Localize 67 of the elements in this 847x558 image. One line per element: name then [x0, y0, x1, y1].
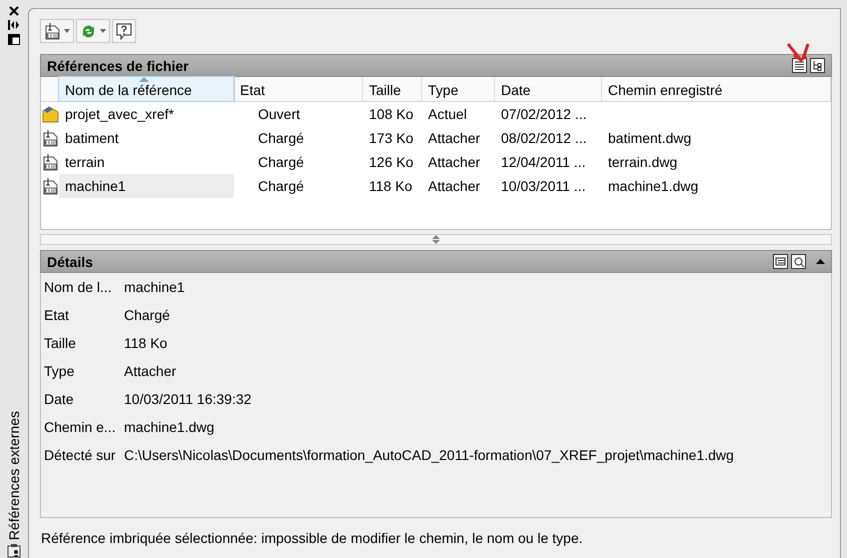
splitter-grip-icon	[431, 235, 441, 244]
type-cell-text: Actuel	[427, 106, 468, 122]
collapse-icon[interactable]	[816, 259, 825, 264]
detail-label: Chemin e...	[44, 419, 117, 437]
section-title: Détails	[47, 254, 94, 270]
status-cell-text: Chargé	[257, 178, 305, 194]
reference-name[interactable]: batiment	[59, 126, 234, 150]
help-button[interactable]	[112, 19, 136, 43]
detail-value: Chargé	[124, 307, 171, 325]
date-cell-text: 08/02/2012 ...	[500, 130, 588, 146]
size-cell-text: 173 Ko	[368, 130, 414, 146]
drawing-file-icon	[44, 22, 61, 40]
reference-name[interactable]: machine1	[59, 174, 234, 198]
caret-icon[interactable]	[100, 29, 106, 33]
column-header[interactable]: Type	[422, 77, 495, 101]
detail-label: Type	[44, 363, 76, 381]
detail-value: machine1	[124, 279, 186, 297]
help-icon	[116, 22, 132, 40]
auto-hide-icon[interactable]	[8, 20, 20, 30]
preview-icon[interactable]	[791, 254, 806, 269]
type-cell-text: Attacher	[427, 178, 482, 194]
detail-label: Nom de l...	[44, 279, 113, 297]
status-cell-text: Chargé	[257, 130, 305, 146]
type-cell-text: Attacher	[427, 130, 482, 146]
details-view-icon[interactable]	[773, 254, 788, 269]
column-header[interactable]: Date	[495, 77, 602, 101]
palette-icon[interactable]	[7, 544, 21, 558]
detail-label: Détecté sur	[44, 447, 117, 465]
palette-title: Références externes	[6, 410, 22, 540]
refresh-icon	[80, 22, 97, 40]
section-title: Références de fichier	[47, 58, 190, 74]
list-view-icon[interactable]	[792, 58, 807, 73]
sort-arrow-icon	[139, 77, 149, 82]
annotation-arrow-icon	[786, 42, 812, 64]
column-header[interactable]: Chemin enregistré	[602, 77, 831, 101]
folder-drawing-icon	[42, 106, 58, 122]
size-cell-text: 108 Ko	[368, 106, 414, 122]
path-cell-text: terrain.dwg	[607, 154, 678, 170]
status-message: Référence imbriquée sélectionnée: impossible de modifier le chemin, le nom ou le type.	[41, 530, 583, 546]
column-header[interactable]: Etat	[234, 77, 363, 101]
size-cell-text: 118 Ko	[368, 178, 414, 194]
detail-value: C:\Users\Nicolas\Documents\formation_AutoCAD_2011-formation\07_XREF_projet\machine1.dwg	[124, 447, 735, 465]
attach-dwg-button[interactable]	[40, 19, 74, 43]
status-cell-text: Chargé	[257, 154, 305, 170]
detail-value: 10/03/2011 16:39:32	[124, 391, 252, 409]
detail-label: Date	[44, 391, 75, 409]
detail-label: Etat	[44, 307, 70, 325]
caret-icon[interactable]	[64, 29, 70, 33]
date-cell-text: 07/02/2012 ...	[500, 106, 588, 122]
date-cell-text: 12/04/2011 ...	[500, 154, 587, 170]
path-cell-text: batiment.dwg	[607, 130, 692, 146]
close-icon[interactable]	[9, 6, 19, 16]
detail-value: machine1.dwg	[124, 419, 216, 437]
reference-name[interactable]: projet_avec_xref*	[59, 102, 234, 126]
detail-label: Taille	[44, 335, 77, 353]
path-cell-text: machine1.dwg	[607, 178, 700, 194]
column-header[interactable]: Nom de la référence	[59, 77, 234, 101]
detail-value: 118 Ko	[124, 335, 168, 353]
tree-view-icon[interactable]	[810, 58, 825, 73]
reference-name[interactable]: terrain	[59, 150, 234, 174]
date-cell-text: 10/03/2011 ...	[500, 178, 587, 194]
properties-icon[interactable]	[8, 34, 20, 45]
status-cell-text: Ouvert	[257, 106, 302, 122]
detail-value: Attacher	[124, 363, 178, 381]
column-header[interactable]: Taille	[363, 77, 422, 101]
size-cell-text: 126 Ko	[368, 154, 414, 170]
type-cell-text: Attacher	[427, 154, 482, 170]
